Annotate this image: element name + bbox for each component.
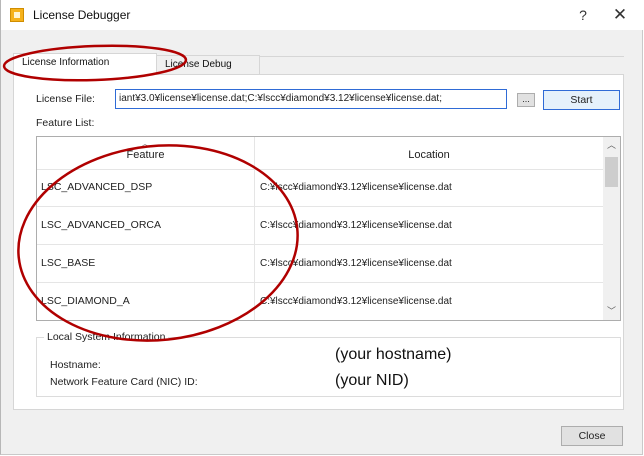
- hostname-value: (your hostname): [335, 346, 452, 363]
- nid-label: Network Feature Card (NIC) ID:: [50, 376, 198, 388]
- table-row[interactable]: LSC_ADVANCED_ORCA C:¥lscc¥diamond¥3.12¥l…: [37, 207, 603, 245]
- tab-license-information[interactable]: License Information: [13, 53, 157, 75]
- hostname-label: Hostname:: [50, 359, 101, 371]
- feature-cell: LSC_BASE: [37, 245, 255, 282]
- local-system-information-group: [36, 337, 621, 397]
- location-cell: C:¥lscc¥diamond¥3.12¥license¥license.dat: [260, 182, 452, 193]
- table-row[interactable]: LSC_ADVANCED_DSP C:¥lscc¥diamond¥3.12¥li…: [37, 169, 603, 207]
- column-header-location[interactable]: Location: [255, 137, 603, 169]
- sort-ascending-icon: ︿: [141, 139, 149, 148]
- location-cell: C:¥lscc¥diamond¥3.12¥license¥license.dat: [260, 296, 452, 307]
- title-bar: License Debugger ? ✕: [1, 0, 644, 30]
- vertical-scrollbar[interactable]: ︿ ﹀: [603, 137, 620, 320]
- location-cell: C:¥lscc¥diamond¥3.12¥license¥license.dat: [260, 220, 452, 231]
- feature-list-label: Feature List:: [36, 117, 95, 129]
- feature-cell: LSC_DIAMOND_A: [37, 283, 255, 320]
- feature-cell: LSC_ADVANCED_DSP: [37, 169, 255, 206]
- location-cell: C:¥lscc¥diamond¥3.12¥license¥license.dat: [260, 258, 452, 269]
- tab-label: License Information: [22, 57, 110, 68]
- scroll-thumb[interactable]: [605, 157, 618, 187]
- browse-button[interactable]: ...: [517, 93, 535, 107]
- license-file-input[interactable]: iant¥3.0¥license¥license.dat;C:¥lscc¥dia…: [115, 89, 507, 109]
- close-window-icon[interactable]: ✕: [611, 5, 629, 25]
- start-button[interactable]: Start: [543, 90, 620, 110]
- nid-value: (your NID): [335, 372, 409, 389]
- window-title: License Debugger: [33, 8, 131, 22]
- column-header-label: Feature: [126, 149, 165, 161]
- close-button[interactable]: Close: [561, 426, 623, 446]
- help-button[interactable]: ?: [575, 7, 591, 23]
- list-header: ︿ Feature Location: [37, 137, 603, 170]
- app-icon: [10, 8, 24, 22]
- scroll-down-icon[interactable]: ﹀: [603, 303, 620, 320]
- tab-label: License Debug: [165, 59, 232, 70]
- table-row[interactable]: LSC_BASE C:¥lscc¥diamond¥3.12¥license¥li…: [37, 245, 603, 283]
- column-header-feature[interactable]: ︿ Feature: [37, 137, 255, 169]
- scroll-up-icon[interactable]: ︿: [603, 137, 620, 154]
- tab-license-debug[interactable]: License Debug: [156, 55, 260, 75]
- column-header-label: Location: [408, 149, 450, 161]
- license-file-label: License File:: [36, 93, 95, 105]
- feature-cell: LSC_ADVANCED_ORCA: [37, 207, 255, 244]
- group-legend: Local System Information: [44, 331, 169, 343]
- feature-list[interactable]: ︿ Feature Location LSC_ADVANCED_DSP C:¥l…: [36, 136, 621, 321]
- table-row[interactable]: LSC_DIAMOND_A C:¥lscc¥diamond¥3.12¥licen…: [37, 283, 603, 320]
